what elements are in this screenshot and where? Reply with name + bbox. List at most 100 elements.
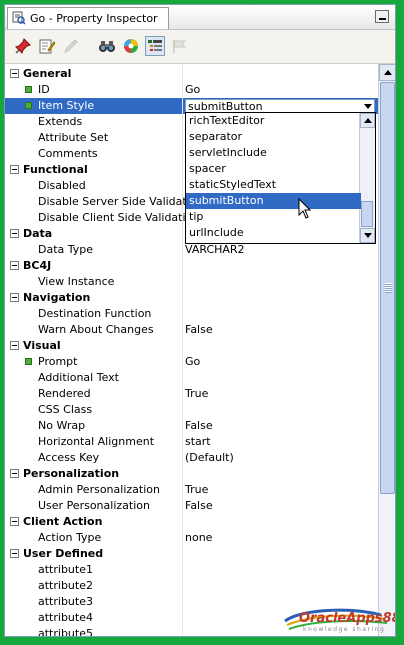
category-label: Data: [23, 227, 53, 240]
category-row[interactable]: Personalization: [5, 466, 378, 482]
property-value[interactable]: False: [185, 323, 213, 336]
pencil-icon[interactable]: [61, 36, 81, 56]
property-value[interactable]: False: [185, 499, 213, 512]
dropdown-option-label: staticStyledText: [189, 178, 277, 191]
dropdown-option[interactable]: tip: [186, 209, 361, 225]
dropdown-option[interactable]: richTextEditor: [186, 113, 361, 129]
scrollbar-thumb[interactable]: [380, 82, 395, 494]
logo-brand: OracleApps88: [299, 611, 396, 626]
category-label: General: [23, 67, 72, 80]
property-row[interactable]: ID Go: [5, 82, 378, 98]
property-value[interactable]: Go: [185, 83, 200, 96]
pin-icon[interactable]: [13, 36, 33, 56]
property-row[interactable]: CSS Class: [5, 402, 378, 418]
category-row[interactable]: BC4J: [5, 258, 378, 274]
collapse-icon[interactable]: [10, 517, 19, 526]
dropdown-option[interactable]: submitButton: [186, 193, 361, 209]
property-row[interactable]: Data Type VARCHAR2: [5, 242, 378, 258]
property-label: attribute5: [38, 627, 93, 636]
dropdown-option-label: submitButton: [189, 194, 264, 207]
dropdown-option-label: spacer: [189, 162, 226, 175]
color-wheel-icon[interactable]: [121, 36, 141, 56]
property-row[interactable]: Warn About Changes False: [5, 322, 378, 338]
category-label: Visual: [23, 339, 61, 352]
scroll-up-icon[interactable]: [360, 113, 375, 128]
collapse-icon[interactable]: [10, 69, 19, 78]
collapse-icon[interactable]: [10, 165, 19, 174]
dropdown-scrollbar-thumb[interactable]: [361, 201, 373, 227]
vertical-scrollbar[interactable]: [378, 64, 395, 636]
dropdown-option[interactable]: separator: [186, 129, 361, 145]
property-value[interactable]: (Default): [185, 451, 234, 464]
property-value[interactable]: VARCHAR2: [185, 243, 245, 256]
dropdown-option-label: servletInclude: [189, 146, 267, 159]
dropdown-option[interactable]: urlInclude: [186, 225, 361, 241]
property-row[interactable]: Additional Text: [5, 370, 378, 386]
flag-icon[interactable]: [169, 36, 189, 56]
property-label: Admin Personalization: [38, 483, 160, 496]
oracleapps88-logo: OracleApps88 knowledge sharing: [281, 607, 395, 636]
property-label: Disable Server Side Validation: [38, 195, 204, 208]
property-row[interactable]: Prompt Go: [5, 354, 378, 370]
dropdown-option[interactable]: staticStyledText: [186, 177, 361, 193]
property-row[interactable]: No Wrap False: [5, 418, 378, 434]
scroll-down-icon[interactable]: [360, 228, 375, 243]
chevron-down-icon[interactable]: [364, 104, 372, 109]
property-value[interactable]: start: [185, 435, 211, 448]
collapse-icon[interactable]: [10, 549, 19, 558]
item-style-dropdown-list[interactable]: richTextEditor separator servletInclude spa…: [185, 112, 376, 244]
categorized-view-icon[interactable]: [145, 36, 165, 56]
property-label: Comments: [38, 147, 98, 160]
tab-property-inspector[interactable]: Go - Property Inspector: [7, 7, 169, 29]
property-row[interactable]: attribute1: [5, 562, 378, 578]
edit-properties-icon[interactable]: [37, 36, 57, 56]
property-label: Access Key: [38, 451, 100, 464]
category-row[interactable]: Navigation: [5, 290, 378, 306]
property-label: View Instance: [38, 275, 115, 288]
collapse-icon[interactable]: [10, 341, 19, 350]
minimize-icon[interactable]: [375, 10, 389, 23]
collapse-icon[interactable]: [10, 261, 19, 270]
property-row[interactable]: Access Key (Default): [5, 450, 378, 466]
dropdown-option[interactable]: spacer: [186, 161, 361, 177]
property-row[interactable]: Admin Personalization True: [5, 482, 378, 498]
property-label: Additional Text: [38, 371, 119, 384]
category-label: Client Action: [23, 515, 103, 528]
property-label: Prompt: [38, 355, 78, 368]
property-inspector-window: Go - Property Inspector General ID Go Item …: [4, 4, 396, 637]
binoculars-icon[interactable]: [97, 36, 117, 56]
property-row[interactable]: Action Type none: [5, 530, 378, 546]
property-value[interactable]: True: [185, 387, 208, 400]
category-row[interactable]: User Defined: [5, 546, 378, 562]
property-row[interactable]: Rendered True: [5, 386, 378, 402]
property-row[interactable]: Destination Function: [5, 306, 378, 322]
item-style-combobox[interactable]: submitButton: [185, 99, 375, 113]
dropdown-option[interactable]: servletInclude: [186, 145, 361, 161]
dropdown-option-label: tip: [189, 210, 204, 223]
property-label: attribute1: [38, 563, 93, 576]
property-inspector-icon: [12, 11, 26, 25]
property-label: Rendered: [38, 387, 91, 400]
property-row[interactable]: Horizontal Alignment start: [5, 434, 378, 450]
property-label: attribute3: [38, 595, 93, 608]
category-row[interactable]: General: [5, 66, 378, 82]
category-row[interactable]: Visual: [5, 338, 378, 354]
property-label: attribute2: [38, 579, 93, 592]
category-row[interactable]: Client Action: [5, 514, 378, 530]
property-label: Disabled: [38, 179, 86, 192]
dropdown-scrollbar[interactable]: [359, 113, 375, 243]
category-label: User Defined: [23, 547, 104, 560]
property-value[interactable]: Go: [185, 355, 200, 368]
property-row[interactable]: attribute2: [5, 578, 378, 594]
property-value[interactable]: True: [185, 483, 208, 496]
logo-tagline: knowledge sharing: [303, 626, 386, 633]
collapse-icon[interactable]: [10, 229, 19, 238]
title-bar: Go - Property Inspector: [5, 5, 395, 30]
scroll-up-icon[interactable]: [379, 64, 395, 81]
collapse-icon[interactable]: [10, 293, 19, 302]
collapse-icon[interactable]: [10, 469, 19, 478]
property-value[interactable]: False: [185, 419, 213, 432]
property-row[interactable]: View Instance: [5, 274, 378, 290]
property-value[interactable]: none: [185, 531, 212, 544]
property-row[interactable]: User Personalization False: [5, 498, 378, 514]
